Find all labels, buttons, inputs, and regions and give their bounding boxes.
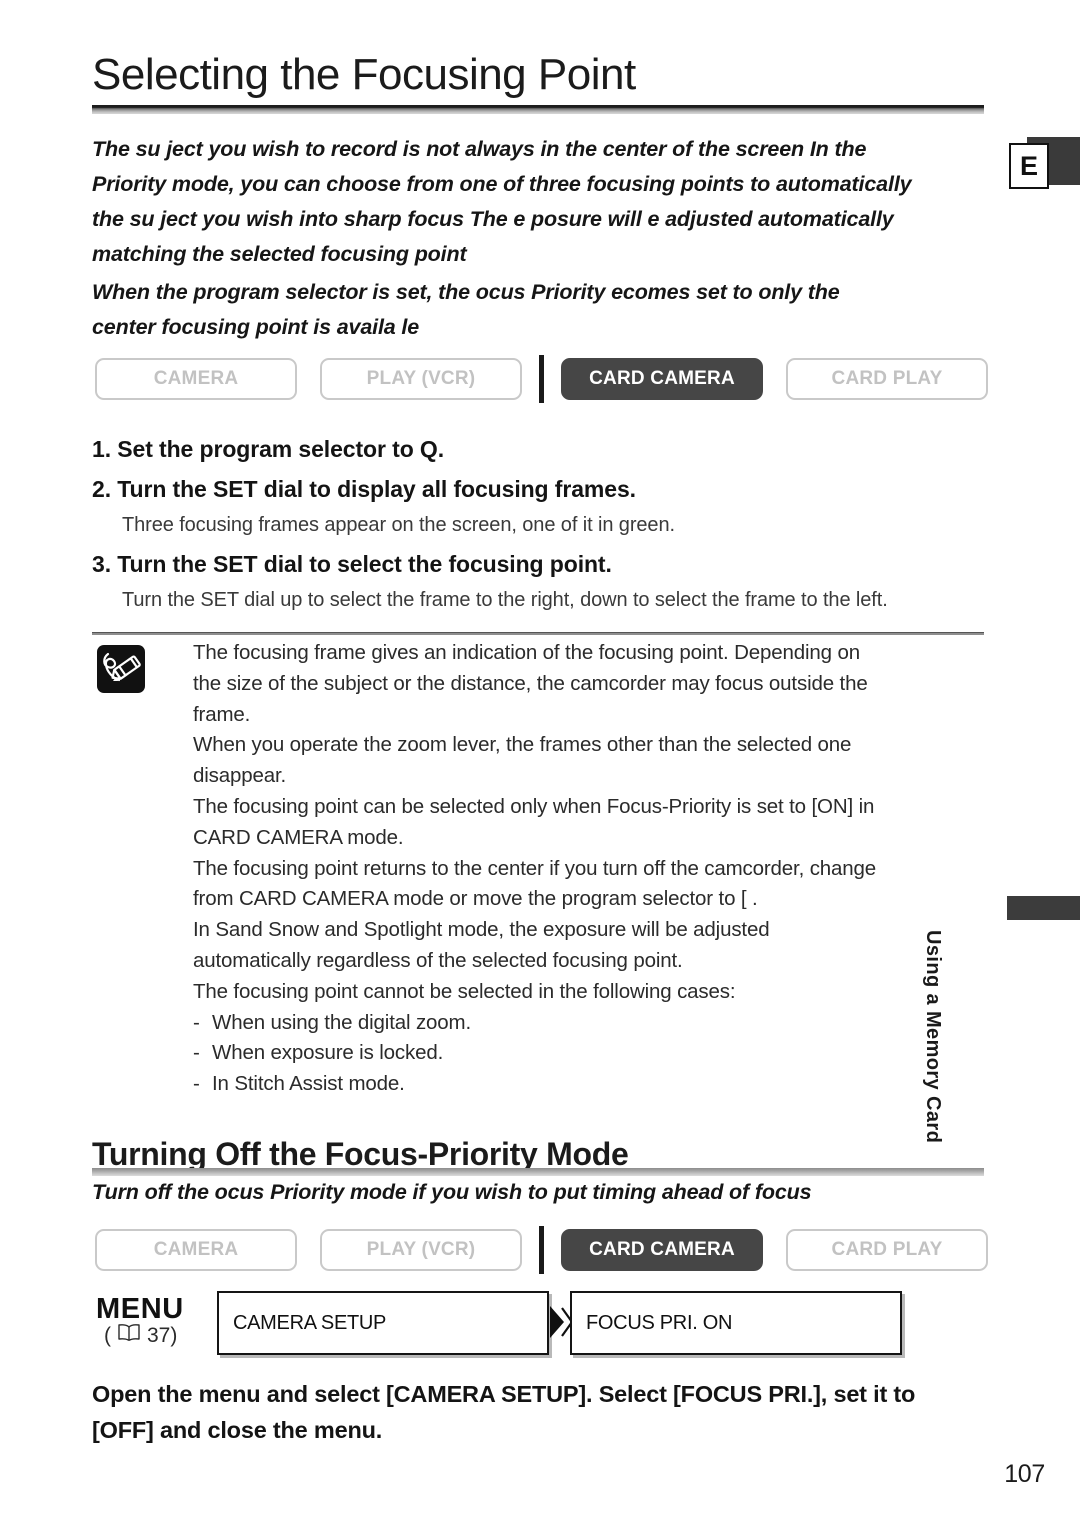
menu-label: MENU	[96, 1293, 184, 1325]
note-line: The focusing point can be selected only …	[193, 794, 875, 818]
side-tab-label: Using a Memory Card	[922, 930, 944, 1144]
intro-line: matching the selected focusing point	[92, 242, 467, 266]
note-bullet: - In Stitch Assist mode.	[193, 1069, 993, 1100]
mode-button-card-play-2[interactable]: CARD PLAY	[786, 1229, 988, 1271]
title-divider	[92, 105, 984, 114]
memo-pencil-icon	[97, 645, 145, 693]
step-2-heading: 2. Turn the SET dial to display all focu…	[92, 476, 636, 502]
mode-button-camera[interactable]: CAMERA	[95, 358, 297, 400]
note-line: from CARD CAMERA mode or move the progra…	[193, 887, 758, 911]
book-icon	[117, 1323, 141, 1348]
menu-page-number: 37)	[147, 1323, 178, 1347]
intro-line: center focusing point is availa le	[92, 315, 420, 339]
manual-page: Selecting the Focusing Point The su ject…	[0, 0, 1080, 1529]
section1-intro: The su ject you wish to record is not al…	[92, 132, 1080, 345]
note-line: frame.	[193, 702, 251, 726]
closing-line: [OFF] and close the menu.	[92, 1417, 383, 1443]
right-triangle-arrow-icon	[548, 1303, 574, 1341]
notes-list: The focusing frame gives an indication o…	[193, 638, 993, 1100]
procedure-steps: 1. Set the program selector to Q. 2. Tur…	[92, 430, 992, 617]
bullet-dash: -	[193, 1072, 200, 1096]
note-bullet: - When exposure is locked.	[193, 1038, 993, 1069]
closing-line: Open the menu and select [CAMERA SETUP].…	[92, 1381, 916, 1407]
bullet-dash: -	[193, 1010, 200, 1034]
step-1-heading: 1. Set the program selector to Q.	[92, 436, 445, 462]
mode-button-card-play[interactable]: CARD PLAY	[786, 358, 988, 400]
note-bullet: - When using the digital zoom.	[193, 1008, 993, 1039]
note-line: disappear.	[193, 764, 287, 788]
note-bullet-text: In Stitch Assist mode.	[212, 1072, 405, 1096]
step-2-body: Three focusing frames appear on the scre…	[122, 514, 675, 536]
note-line: automatically regardless of the selected…	[193, 948, 683, 972]
index-tab-letter: E	[1009, 143, 1049, 189]
intro-line: the su ject you wish into sharp focus Th…	[92, 207, 894, 231]
intro-line: Priority mode, you can choose from one o…	[92, 172, 912, 196]
page-number: 107	[1004, 1460, 1045, 1488]
note-line: CARD CAMERA mode.	[193, 825, 404, 849]
closing-instruction: Open the menu and select [CAMERA SETUP].…	[92, 1376, 1022, 1448]
menu-box-camera-setup[interactable]: CAMERA SETUP	[217, 1291, 549, 1355]
mode-button-camera-2[interactable]: CAMERA	[95, 1229, 297, 1271]
step-3-heading: 3. Turn the SET dial to select the focus…	[92, 551, 612, 577]
mode-button-row-1: CAMERA PLAY (VCR) CARD CAMERA CARD PLAY	[95, 355, 988, 403]
note-line: The focusing point returns to the center…	[193, 856, 877, 880]
menu-box-focus-pri[interactable]: FOCUS PRI. ON	[570, 1291, 902, 1355]
step-3-body: Turn the SET dial up to select the frame…	[122, 589, 888, 611]
paren-open: (	[104, 1323, 111, 1347]
note-bullet-text: When using the digital zoom.	[212, 1010, 472, 1034]
mode-button-card-camera[interactable]: CARD CAMERA	[561, 358, 763, 400]
mode-button-play-vcr-2[interactable]: PLAY (VCR)	[320, 1229, 522, 1271]
mode-divider	[539, 355, 544, 403]
mode-button-row-2: CAMERA PLAY (VCR) CARD CAMERA CARD PLAY	[95, 1226, 988, 1274]
note-line: the size of the subject or the distance,…	[193, 671, 868, 695]
note-line: The focusing frame gives an indication o…	[193, 641, 860, 664]
mode-divider	[539, 1226, 544, 1274]
mode-button-card-camera-2[interactable]: CARD CAMERA	[561, 1229, 763, 1271]
page-title: Selecting the Focusing Point	[92, 50, 636, 99]
note-bullet-text: When exposure is locked.	[212, 1041, 444, 1065]
section2-divider	[92, 1168, 984, 1176]
note-line: In Sand Snow and Spotlight mode, the exp…	[193, 918, 770, 942]
bullet-dash: -	[193, 1041, 200, 1065]
intro-line: When the program selector is set, the oc…	[92, 280, 840, 304]
side-tab-marker	[1007, 896, 1080, 920]
note-line: The focusing point cannot be selected in…	[193, 979, 736, 1003]
notes-divider	[92, 632, 984, 635]
section2-intro: Turn off the ocus Priority mode if you w…	[92, 1180, 812, 1204]
intro-line: The su ject you wish to record is not al…	[92, 137, 867, 161]
menu-page-reference: ( 37)	[104, 1323, 177, 1348]
note-line: When you operate the zoom lever, the fra…	[193, 733, 852, 757]
mode-button-play-vcr[interactable]: PLAY (VCR)	[320, 358, 522, 400]
